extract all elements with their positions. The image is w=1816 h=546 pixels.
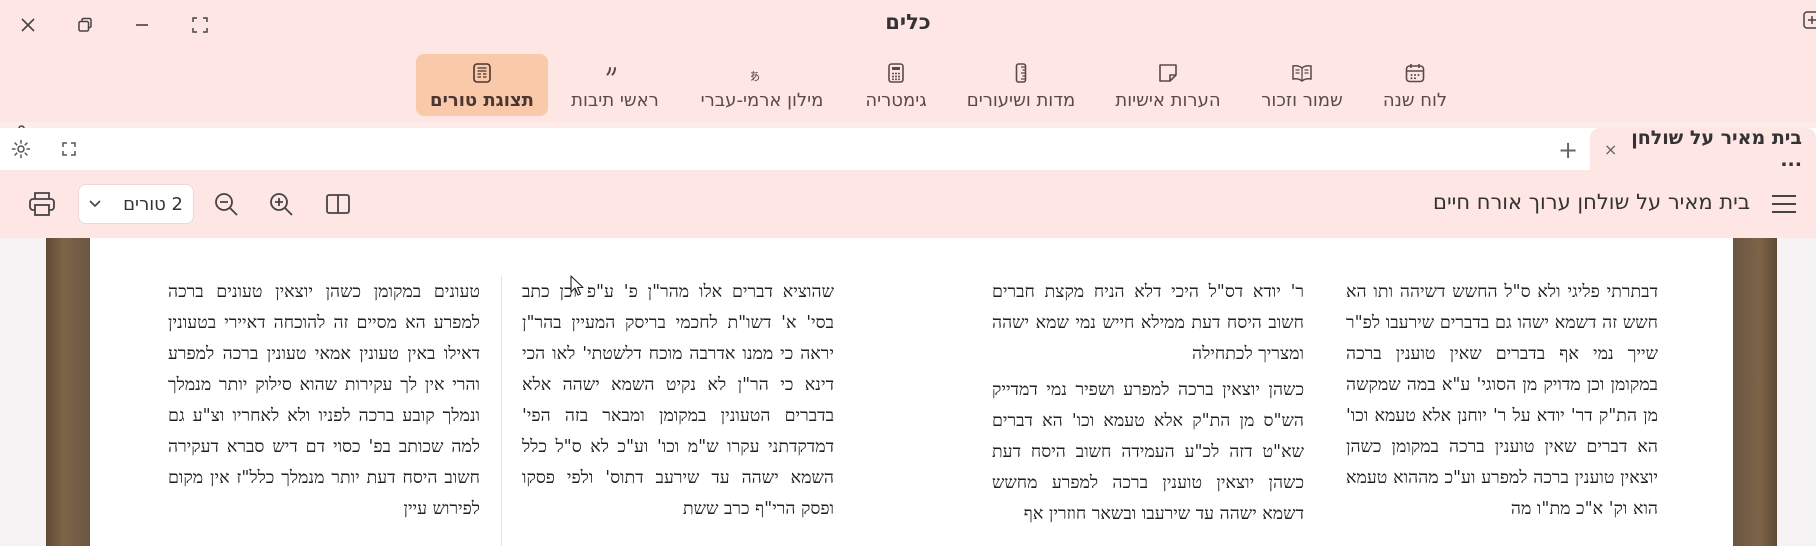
tool-abbreviations[interactable]: ראשי תיבות bbox=[566, 54, 664, 116]
add-window-icon bbox=[1803, 11, 1816, 29]
tools-ribbon: לוח שנה שמור וזכור הערות אישיות מדות ושי… bbox=[0, 50, 1816, 146]
tool-label: תצוגת טורים bbox=[430, 90, 534, 111]
book-frame-left bbox=[46, 238, 90, 546]
tool-label: לוח שנה bbox=[1382, 90, 1448, 111]
book-frame-right bbox=[1733, 238, 1777, 546]
svg-text:あ: あ bbox=[751, 69, 760, 83]
tool-measures[interactable]: מדות ושיעורים bbox=[962, 54, 1080, 116]
add-tab-button[interactable]: + bbox=[1556, 136, 1580, 164]
text-paragraph: טעונים במקומן כשהן יוצאין טעונים ברכה למ… bbox=[168, 282, 480, 519]
quote-icon bbox=[604, 62, 626, 84]
zoom-in-icon bbox=[270, 193, 293, 216]
split-view-icon bbox=[326, 194, 350, 214]
translate-icon: aあ bbox=[751, 62, 773, 84]
tool-label: מדות ושיעורים bbox=[966, 90, 1076, 111]
tab-label: בית מאיר על שולחן ... bbox=[1631, 127, 1802, 171]
text-paragraph: כשהן יוצאין ברכה למפרע ושפיר נמי דמדייק … bbox=[992, 380, 1304, 524]
zoom-out-button[interactable] bbox=[212, 190, 240, 218]
columns-doc-icon bbox=[471, 62, 493, 84]
text-paragraph: דבתרתי פליגי ולא ס"ל החשש דשיהה ותו הא ח… bbox=[1346, 282, 1658, 519]
tool-calendar[interactable]: לוח שנה bbox=[1370, 54, 1460, 116]
tool-aramaic-dictionary[interactable]: aあ מילון ארמי-עברי bbox=[700, 54, 824, 116]
text-paragraph: ר' יודא דס"ל היכי דלא הניח מקצת חברים חש… bbox=[992, 282, 1304, 364]
app-window: כלים לוח שנה שמור וזכור הערות אישיות מדו… bbox=[0, 0, 1816, 546]
text-column-3: שהוציא דברים אלו מהר"ן פ' ע"פ וכן כתב בס… bbox=[522, 277, 834, 530]
chevron-down-icon bbox=[89, 200, 101, 208]
book-toolbar: בית מאיר על שולחן ערוך אורח חיים 2 טורים bbox=[0, 170, 1816, 238]
tool-remember[interactable]: שמור וזכור bbox=[1252, 54, 1352, 116]
title-bar: כלים bbox=[0, 0, 1816, 50]
book-open-icon bbox=[1291, 62, 1313, 84]
window-title: כלים bbox=[885, 10, 931, 34]
printer-icon bbox=[29, 192, 55, 216]
note-icon bbox=[1157, 62, 1179, 84]
tab-book[interactable]: בית מאיר על שולחן ... × bbox=[1590, 127, 1816, 171]
zoom-in-button[interactable] bbox=[267, 190, 295, 218]
window-side-button[interactable] bbox=[1802, 10, 1816, 40]
tool-label: מילון ארמי-עברי bbox=[700, 90, 824, 111]
tool-personal-notes[interactable]: הערות אישיות bbox=[1108, 54, 1228, 116]
expand-button[interactable] bbox=[57, 137, 81, 161]
columns-select-value: 2 טורים bbox=[123, 193, 183, 215]
tool-label: ראשי תיבות bbox=[571, 90, 659, 111]
settings-button[interactable] bbox=[9, 137, 33, 161]
expand-icon bbox=[62, 142, 76, 156]
tool-label: שמור וזכור bbox=[1261, 90, 1343, 111]
text-column-2: ר' יודא דס"ל היכי דלא הניח מקצת חברים חש… bbox=[992, 277, 1304, 535]
calculator-icon bbox=[885, 62, 907, 84]
tab-close-button[interactable]: × bbox=[1604, 140, 1617, 159]
tab-bar: + בית מאיר על שולחן ... × bbox=[0, 127, 1816, 171]
print-button[interactable] bbox=[28, 190, 56, 218]
text-column-1: דבתרתי פליגי ולא ס"ל החשש דשיהה ותו הא ח… bbox=[1346, 277, 1658, 530]
hamburger-icon bbox=[1772, 195, 1796, 213]
calendar-icon bbox=[1404, 62, 1426, 84]
reading-area[interactable]: דבתרתי פליגי ולא ס"ל החשש דשיהה ותו הא ח… bbox=[0, 238, 1816, 546]
text-column-4: טעונים במקומן כשהן יוצאין טעונים ברכה למ… bbox=[168, 277, 480, 530]
book-title: בית מאיר על שולחן ערוך אורח חיים bbox=[1433, 190, 1750, 214]
tool-columns-view[interactable]: תצוגת טורים bbox=[416, 54, 548, 116]
tool-label: הערות אישיות bbox=[1115, 90, 1221, 111]
ruler-icon bbox=[1010, 62, 1032, 84]
mouse-cursor-icon bbox=[570, 275, 584, 296]
tool-label: גימטריה bbox=[865, 90, 927, 111]
menu-button[interactable] bbox=[1770, 192, 1798, 216]
text-paragraph: שהוציא דברים אלו מהר"ן פ' ע"פ וכן כתב בס… bbox=[522, 282, 834, 519]
zoom-out-icon bbox=[215, 193, 238, 216]
split-view-button[interactable] bbox=[324, 190, 352, 218]
gear-icon bbox=[11, 139, 31, 159]
column-divider bbox=[501, 276, 502, 546]
columns-select[interactable]: 2 טורים bbox=[78, 184, 194, 224]
tool-gematria[interactable]: גימטריה bbox=[858, 54, 934, 116]
